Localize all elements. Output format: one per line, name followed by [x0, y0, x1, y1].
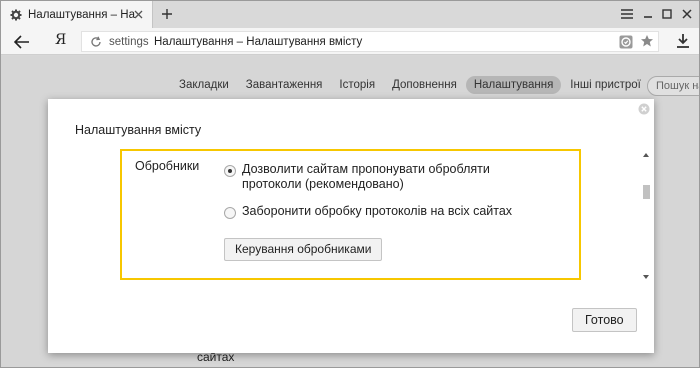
dialog-title: Налаштування вмісту: [75, 123, 202, 137]
gear-icon: [10, 9, 22, 21]
reload-icon[interactable]: [90, 36, 102, 48]
radio-label-block[interactable]: Заборонити обробку протоколів на всіх са…: [242, 204, 512, 219]
radio-option-block[interactable]: Заборонити обробку протоколів на всіх са…: [224, 204, 512, 219]
address-bar[interactable]: settings Налаштування – Налаштування вмі…: [81, 31, 659, 52]
done-button[interactable]: Готово: [572, 308, 637, 332]
scroll-down-icon[interactable]: [643, 275, 649, 279]
nav-item-downloads[interactable]: Завантаження: [238, 76, 331, 94]
dialog-scroll-area: Обробники Дозволити сайтам пропонувати о…: [48, 149, 654, 283]
nav-item-settings[interactable]: Налаштування: [465, 76, 562, 94]
url-scheme: settings: [109, 36, 149, 48]
window-close-icon[interactable]: [679, 6, 695, 22]
dialog-scrollbar[interactable]: [641, 149, 651, 283]
close-icon[interactable]: [132, 8, 144, 20]
nav-item-bookmarks[interactable]: Закладки: [171, 76, 237, 94]
address-toolbar: Я settings Налаштування – Налаштування в…: [1, 28, 699, 55]
back-arrow-icon[interactable]: [13, 33, 31, 50]
minimize-icon[interactable]: [640, 6, 656, 22]
tab-settings[interactable]: Налаштування – Налаштув: [1, 1, 153, 28]
settings-nav: Закладки Завантаження Історія Доповнення…: [171, 76, 650, 94]
bookmark-star-icon[interactable]: [640, 34, 654, 48]
scroll-up-icon[interactable]: [643, 153, 649, 157]
download-icon[interactable]: [675, 32, 691, 50]
nav-item-extensions[interactable]: Доповнення: [384, 76, 465, 94]
scrollbar-thumb[interactable]: [643, 185, 650, 199]
tab-title: Налаштування – Налаштув: [28, 8, 136, 21]
browser-window: Налаштування – Налаштув Я: [0, 0, 700, 368]
radio-button-block[interactable]: [224, 207, 236, 219]
nav-item-history[interactable]: Історія: [331, 76, 383, 94]
yandex-logo[interactable]: Я: [55, 32, 66, 48]
new-tab-icon[interactable]: [159, 6, 175, 22]
content-settings-dialog: Налаштування вмісту Обробники Дозволити …: [48, 99, 654, 353]
manage-handlers-button[interactable]: Керування обробниками: [224, 238, 383, 261]
radio-option-allow[interactable]: Дозволити сайтам пропонувати обробляти п…: [224, 162, 544, 192]
menu-icon[interactable]: [619, 6, 635, 22]
close-icon[interactable]: [638, 103, 650, 115]
url-page-title: Налаштування – Налаштування вмісту: [154, 36, 363, 48]
nav-item-other-devices[interactable]: Інші пристрої: [562, 76, 649, 94]
tab-strip: Налаштування – Налаштув: [1, 1, 699, 28]
radio-button-allow[interactable]: [224, 165, 236, 177]
protect-shield-icon[interactable]: [619, 35, 633, 49]
maximize-icon[interactable]: [659, 6, 675, 22]
section-label-handlers: Обробники: [135, 159, 200, 173]
radio-label-allow[interactable]: Дозволити сайтам пропонувати обробляти п…: [242, 162, 544, 192]
settings-search-input[interactable]: Пошук на...: [647, 76, 699, 96]
